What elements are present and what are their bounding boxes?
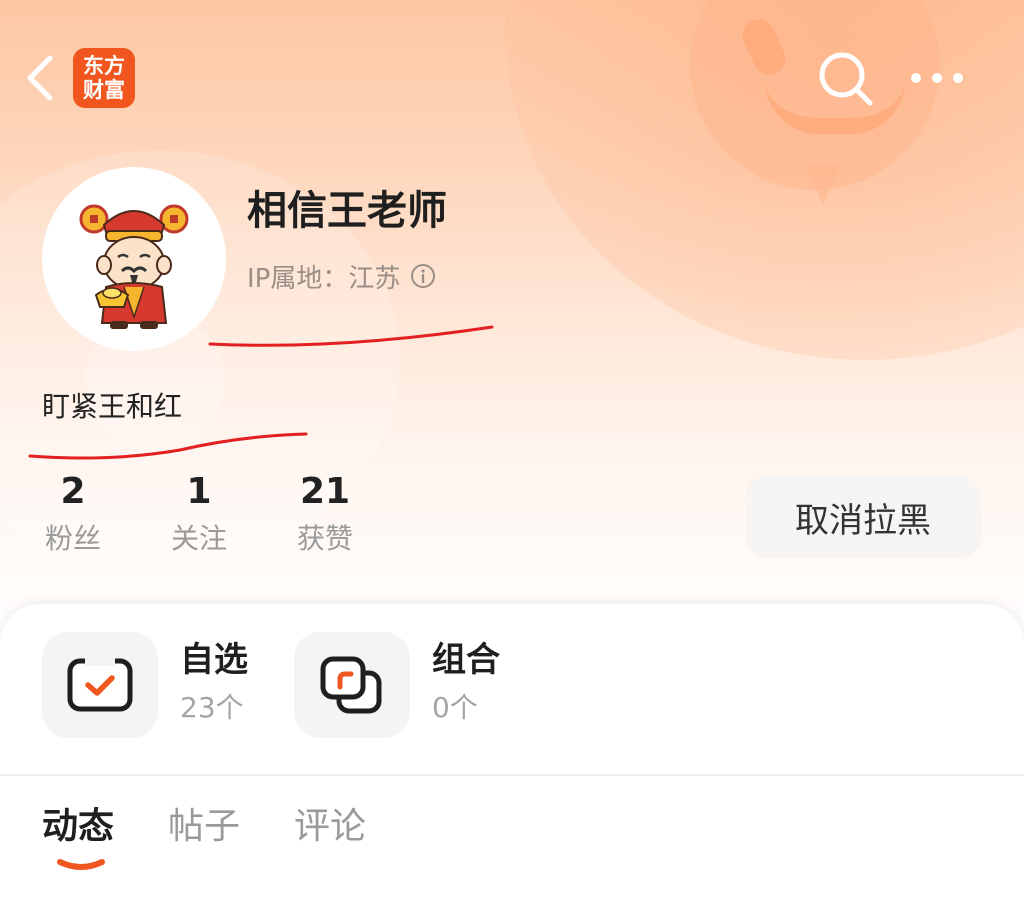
portfolio-icon (320, 656, 382, 714)
tab-activity[interactable]: 动态 (42, 800, 114, 870)
profile-bio: 盯紧王和红 (42, 390, 183, 423)
stat-fans[interactable]: 2 粉丝 (28, 470, 118, 564)
feature-title: 自选 (180, 640, 248, 680)
tab-posts[interactable]: 帖子 (168, 800, 240, 870)
search-icon (819, 52, 873, 106)
tab-label: 帖子 (168, 806, 241, 847)
divider (0, 774, 1024, 776)
feature-icon-box (294, 632, 410, 738)
feature-count: 23个 (180, 691, 244, 724)
tab-comments[interactable]: 评论 (294, 800, 366, 870)
app-logo: 东方 财富 (73, 48, 135, 108)
unblock-button[interactable]: 取消拉黑 (745, 476, 981, 558)
search-button[interactable] (815, 48, 875, 108)
feature-text: 自选 23个 (180, 632, 248, 734)
stat-value: 21 (299, 471, 351, 512)
info-icon[interactable] (410, 263, 436, 289)
chevron-left-icon (27, 55, 53, 101)
ip-location-row: IP属地：江苏 (247, 256, 436, 296)
app-logo-line2: 财富 (83, 78, 125, 102)
feature-text: 组合 0个 (432, 632, 500, 734)
stat-value: 1 (186, 471, 212, 512)
profile-username: 相信王老师 (247, 188, 447, 234)
app-logo-line1: 东方 (83, 54, 125, 78)
back-button[interactable] (22, 50, 62, 106)
feature-count: 0个 (432, 691, 478, 724)
god-of-wealth-avatar-icon (79, 204, 189, 329)
tab-label: 评论 (294, 806, 367, 847)
stat-following[interactable]: 1 关注 (154, 470, 244, 564)
feature-icon-box (42, 632, 158, 738)
stat-label: 关注 (170, 522, 227, 555)
chat-bubble-tail-decoration (805, 165, 841, 205)
stat-value: 2 (60, 471, 86, 512)
feature-watchlist[interactable]: 自选 23个 (42, 632, 248, 738)
tab-label: 动态 (42, 806, 115, 847)
tab-active-indicator (57, 859, 105, 870)
content-tabs: 动态 帖子 评论 (42, 800, 420, 870)
more-dots-icon (911, 73, 963, 83)
feature-portfolio[interactable]: 组合 0个 (294, 632, 500, 738)
stat-likes[interactable]: 21 获赞 (280, 470, 370, 564)
stat-label: 获赞 (296, 522, 353, 555)
feature-title: 组合 (432, 640, 500, 680)
checkbox-icon (67, 658, 133, 712)
stat-label: 粉丝 (44, 522, 101, 555)
ip-location-text: IP属地：江苏 (247, 263, 401, 294)
avatar[interactable] (42, 167, 226, 351)
more-button[interactable] (906, 60, 968, 96)
